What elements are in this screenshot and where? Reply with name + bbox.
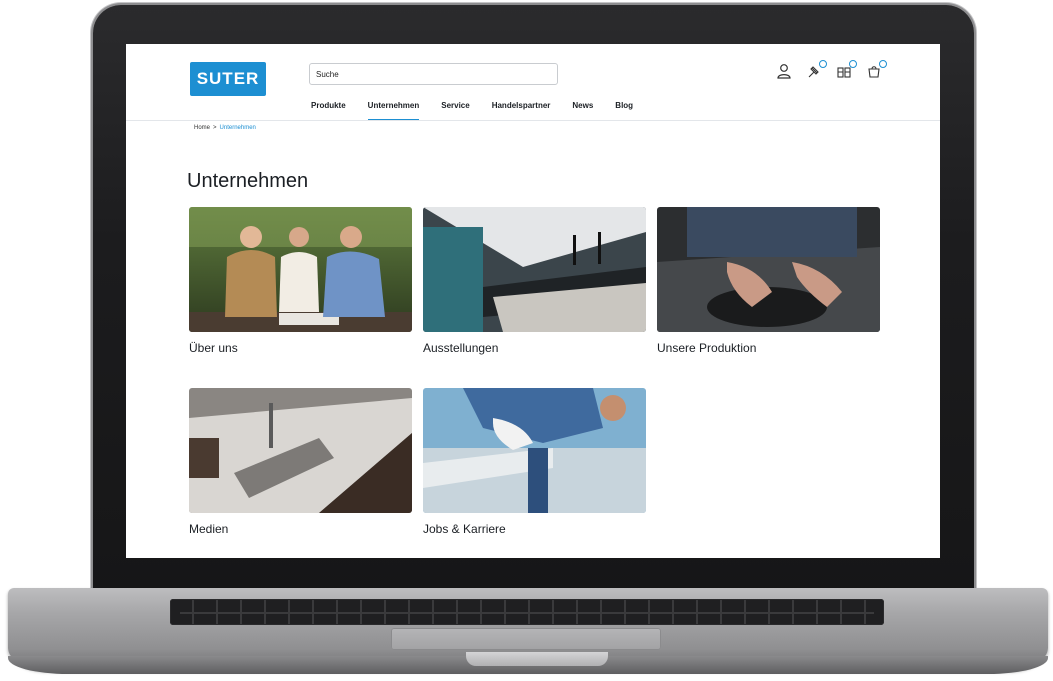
pin-icon[interactable] bbox=[806, 60, 827, 79]
laptop-notch bbox=[466, 652, 608, 666]
card-ueber-uns[interactable]: Über uns bbox=[189, 207, 412, 355]
header-icons bbox=[776, 60, 896, 79]
compare-icon[interactable] bbox=[836, 60, 857, 79]
card-ausstellungen[interactable]: Ausstellungen bbox=[423, 207, 646, 355]
header-divider bbox=[126, 120, 940, 121]
breadcrumb-current[interactable]: Unternehmen bbox=[220, 125, 256, 131]
nav-service[interactable]: Service bbox=[441, 99, 469, 121]
card-label-ueber-uns[interactable]: Über uns bbox=[189, 341, 412, 355]
card-medien[interactable]: Medien bbox=[189, 388, 412, 536]
suter-logo[interactable]: SUTER bbox=[190, 62, 266, 96]
nav-news[interactable]: News bbox=[572, 99, 593, 121]
breadcrumb: Home > Unternehmen bbox=[194, 125, 256, 131]
card-image-medien[interactable] bbox=[189, 388, 412, 513]
card-unsere-produktion[interactable]: Unsere Produktion bbox=[657, 207, 880, 355]
card-label-jobs-karriere[interactable]: Jobs & Karriere bbox=[423, 522, 646, 536]
nav-handelspartner[interactable]: Handelspartner bbox=[492, 99, 551, 121]
card-label-ausstellungen[interactable]: Ausstellungen bbox=[423, 341, 646, 355]
pin-badge bbox=[819, 60, 827, 68]
keyboard-divider bbox=[180, 612, 874, 614]
laptop-trackpad bbox=[391, 628, 661, 650]
card-jobs-karriere[interactable]: Jobs & Karriere bbox=[423, 388, 646, 536]
nav-produkte[interactable]: Produkte bbox=[311, 99, 346, 121]
page-title: Unternehmen bbox=[187, 170, 309, 192]
breadcrumb-home[interactable]: Home bbox=[194, 125, 210, 131]
cart-badge bbox=[879, 60, 887, 68]
nav-blog[interactable]: Blog bbox=[615, 99, 633, 121]
nav-unternehmen[interactable]: Unternehmen bbox=[367, 99, 419, 121]
card-label-medien[interactable]: Medien bbox=[189, 522, 412, 536]
card-image-jobs-karriere[interactable] bbox=[423, 388, 646, 513]
main-nav: Produkte Unternehmen Service Handelspart… bbox=[311, 99, 655, 121]
search-input[interactable] bbox=[309, 63, 558, 85]
user-icon[interactable] bbox=[776, 63, 792, 79]
card-image-ueber-uns[interactable] bbox=[189, 207, 412, 332]
cart-icon[interactable] bbox=[866, 60, 887, 79]
card-label-unsere-produktion[interactable]: Unsere Produktion bbox=[657, 341, 880, 355]
compare-badge bbox=[849, 60, 857, 68]
browser-screen: SUTER Produkte Unternehmen Service Hande… bbox=[126, 44, 940, 558]
card-image-unsere-produktion[interactable] bbox=[657, 207, 880, 332]
card-image-ausstellungen[interactable] bbox=[423, 207, 646, 332]
breadcrumb-separator: > bbox=[213, 125, 217, 131]
